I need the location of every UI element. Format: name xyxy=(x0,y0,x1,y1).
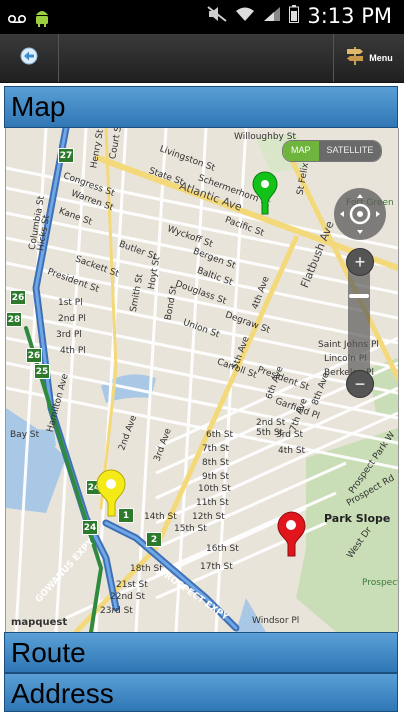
address-section-label: Address xyxy=(11,678,114,709)
android-icon xyxy=(34,7,50,32)
green-pin-icon[interactable] xyxy=(250,170,280,216)
back-arrow-icon xyxy=(20,47,38,70)
street-label: 10th St xyxy=(198,484,231,494)
signal-icon xyxy=(263,6,281,27)
voicemail-icon xyxy=(7,11,27,29)
zoom-out-button[interactable]: − xyxy=(346,370,374,398)
street-label: 3rd Pl xyxy=(56,330,82,340)
zoom-in-button[interactable]: + xyxy=(346,248,374,276)
route-shield: 27 xyxy=(58,148,74,163)
street-label: Prospect xyxy=(362,578,399,588)
action-bar: Menu xyxy=(0,34,404,83)
street-label: 17th St xyxy=(200,562,233,572)
street-label: 21st St xyxy=(116,580,148,590)
map-type-toggle: MAP SATELLITE xyxy=(282,140,383,162)
street-label: 6th St xyxy=(206,430,234,440)
wifi-icon xyxy=(235,6,255,27)
route-shield: 26 xyxy=(10,290,26,305)
map-section-label: Map xyxy=(11,91,66,122)
street-label: 4th St xyxy=(278,446,306,456)
target-icon xyxy=(340,194,380,234)
street-label: 9th St xyxy=(202,472,230,482)
red-pin-icon[interactable] xyxy=(274,510,308,558)
map-type-satellite-button[interactable]: SATELLITE xyxy=(318,141,382,161)
address-section-header[interactable]: Address xyxy=(4,673,398,712)
street-label: Park Slope xyxy=(324,512,391,525)
pan-control[interactable] xyxy=(334,188,386,240)
street-label: 5th St xyxy=(256,428,284,438)
yellow-pin-icon[interactable] xyxy=(94,468,128,518)
clock: 3:13 PM xyxy=(307,4,392,28)
mute-icon xyxy=(207,5,227,27)
street-label: 16th St xyxy=(206,544,239,554)
map-type-map-button[interactable]: MAP xyxy=(283,141,319,161)
route-shield: 26 xyxy=(26,348,42,363)
map-view[interactable]: Willoughby St Livingston St State St Sch… xyxy=(5,128,399,632)
signpost-icon xyxy=(345,46,365,71)
mapquest-attribution: mapquest xyxy=(11,617,68,628)
zoom-slider-handle[interactable] xyxy=(349,294,369,298)
route-shield: 25 xyxy=(34,364,50,379)
route-section-label: Route xyxy=(11,637,86,668)
street-label: Windsor Pl xyxy=(252,616,300,626)
route-shield: 28 xyxy=(6,312,22,327)
street-label: 11th St xyxy=(196,498,229,508)
street-label: 14th St xyxy=(144,512,177,522)
street-label: 23rd St xyxy=(100,606,133,616)
map-section-header[interactable]: Map xyxy=(4,86,398,128)
battery-icon xyxy=(289,4,300,28)
status-bar: 3:13 PM xyxy=(0,0,404,34)
street-label: 12th St xyxy=(192,512,225,522)
street-label: 4th Pl xyxy=(60,346,86,356)
street-label: 22nd St xyxy=(110,592,145,602)
route-shield: 24 xyxy=(82,520,98,535)
street-label: 2nd St xyxy=(256,418,286,428)
menu-label: Menu xyxy=(369,53,393,63)
street-label: 8th St xyxy=(202,458,230,468)
route-section-header[interactable]: Route xyxy=(4,632,398,673)
route-shield: 2 xyxy=(146,532,162,547)
street-label: 2nd Pl xyxy=(58,314,86,324)
street-label: 1st Pl xyxy=(58,298,83,308)
street-label: 7th St xyxy=(202,444,230,454)
street-label: Bay St xyxy=(10,430,40,440)
back-button[interactable] xyxy=(0,34,59,82)
street-label: 15th St xyxy=(174,524,207,534)
menu-button[interactable]: Menu xyxy=(333,34,404,82)
zoom-control: + − xyxy=(334,188,386,398)
